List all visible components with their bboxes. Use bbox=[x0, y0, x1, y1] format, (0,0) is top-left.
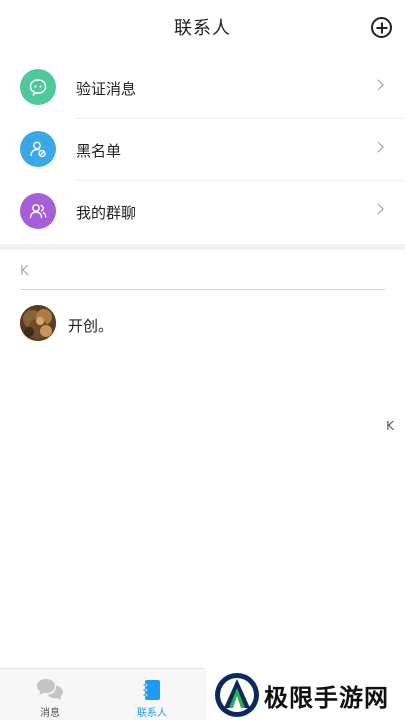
menu-item-label: 黑名单 bbox=[76, 142, 122, 160]
menu-item-label: 我的群聊 bbox=[76, 204, 137, 222]
tab-contacts[interactable]: 联系人 bbox=[102, 669, 202, 720]
contact-functions-list: 验证消息 黑名单 我的群聊 bbox=[0, 57, 405, 243]
chevron-right-icon bbox=[372, 203, 384, 215]
group-users-icon bbox=[20, 193, 56, 229]
chat-bubble-icon bbox=[20, 69, 56, 105]
index-bar-letter-k[interactable]: K bbox=[386, 419, 394, 433]
menu-item-blacklist[interactable]: 黑名单 bbox=[0, 119, 405, 181]
watermark-logo-icon bbox=[214, 672, 260, 718]
chat-bubbles-icon bbox=[35, 677, 65, 703]
tab-messages[interactable]: 消息 bbox=[0, 669, 100, 720]
page-title: 联系人 bbox=[174, 18, 231, 39]
menu-item-label: 验证消息 bbox=[76, 80, 137, 98]
watermark: 极限手游网 bbox=[206, 668, 405, 720]
chevron-right-icon bbox=[372, 141, 384, 153]
user-blocked-icon bbox=[20, 131, 56, 167]
tab-label: 联系人 bbox=[137, 708, 167, 719]
menu-item-my-groups[interactable]: 我的群聊 bbox=[0, 181, 405, 243]
watermark-text: 极限手游网 bbox=[264, 684, 389, 712]
contacts-section-header: K bbox=[20, 264, 29, 279]
contact-name: 开创。 bbox=[68, 317, 114, 335]
menu-item-verification[interactable]: 验证消息 bbox=[0, 57, 405, 119]
tab-label: 消息 bbox=[40, 708, 60, 719]
add-contact-icon[interactable] bbox=[371, 17, 392, 38]
section-divider bbox=[0, 244, 405, 250]
contacts-book-icon bbox=[137, 677, 167, 703]
contact-row[interactable]: 开创。 bbox=[0, 302, 405, 346]
divider bbox=[20, 289, 385, 290]
top-bar: 联系人 bbox=[0, 0, 405, 56]
chevron-right-icon bbox=[372, 79, 384, 91]
avatar bbox=[20, 305, 56, 341]
